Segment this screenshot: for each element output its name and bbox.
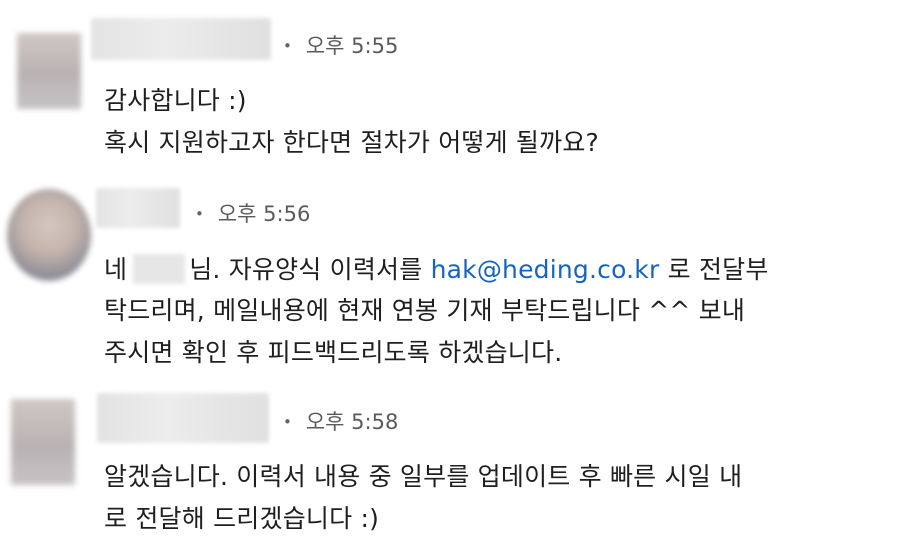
sender-name-redacted[interactable] [91,18,271,60]
text-fragment: 님. 자유양식 이력서를 [189,255,423,284]
text-fragment: 네 [104,255,128,284]
message-meta: • 오후 5:58 [283,410,398,434]
message-text-line: 감사합니다 :) [104,86,247,115]
message-text-line: 탁드리며, 메일내용에 현재 연봉 기재 부탁드립니다 ^^ 보내 [104,296,746,325]
message-text-line: 혹시 지원하고자 한다면 절차가 어떻게 될까요? [104,128,600,157]
separator-dot-icon: • [283,37,292,55]
avatar[interactable] [17,33,81,109]
message-text-line: 알겠습니다. 이력서 내용 중 일부를 업데이트 후 빠른 시일 내 [104,462,743,491]
email-link[interactable]: hak@heding.co.kr [431,255,660,284]
message-text-line: 로 전달해 드리겠습니다 :) [104,504,380,533]
avatar[interactable] [7,189,91,281]
message-text-line: 주시면 확인 후 피드백드리도록 하겠습니다. [104,338,563,367]
avatar[interactable] [11,399,75,485]
separator-dot-icon: • [195,205,204,223]
recipient-name-redacted [133,254,186,284]
timestamp: 오후 5:55 [305,34,399,58]
sender-name-redacted[interactable] [96,188,180,228]
message-meta: • 오후 5:55 [283,34,398,58]
text-fragment: 로 전달부 [667,255,769,284]
message-meta: • 오후 5:56 [195,202,310,226]
message-text-line: 네 님. 자유양식 이력서를 hak@heding.co.kr 로 전달부 [104,254,769,285]
timestamp: 오후 5:58 [305,410,399,434]
separator-dot-icon: • [283,413,292,431]
timestamp: 오후 5:56 [217,202,311,226]
sender-name-redacted[interactable] [97,393,269,443]
